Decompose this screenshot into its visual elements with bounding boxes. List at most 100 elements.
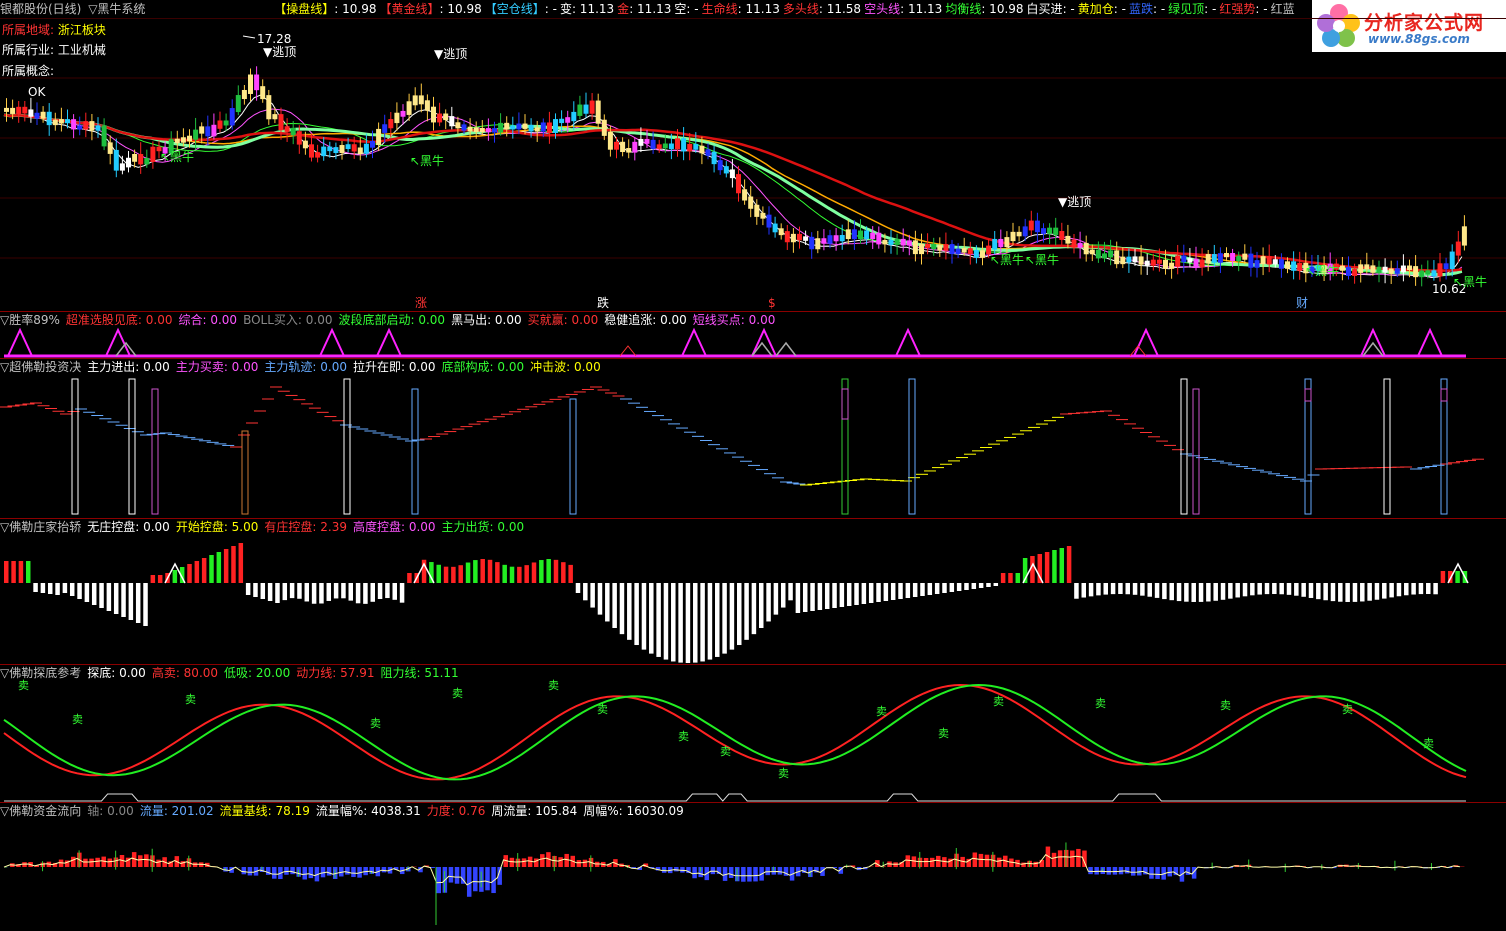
candle-body <box>1120 256 1126 265</box>
histogram-bar <box>1272 583 1277 595</box>
histogram-bar <box>1352 583 1358 602</box>
candle-body <box>699 145 705 154</box>
candle-body <box>803 236 809 241</box>
histogram-bar <box>18 561 24 583</box>
flow-bar <box>284 867 289 875</box>
black-bull-label: ↖黑牛 <box>1453 274 1487 289</box>
candle-body <box>52 119 58 126</box>
candle-body <box>1156 259 1162 264</box>
histogram-bar <box>465 562 471 583</box>
candle-body <box>736 174 741 194</box>
panel-investment[interactable] <box>0 359 1506 519</box>
candle-body <box>992 238 998 250</box>
down-label: 跌 <box>597 295 609 310</box>
histogram-bar <box>715 583 720 657</box>
panel-moneyflow[interactable] <box>0 803 1506 931</box>
candle-body <box>1388 268 1394 274</box>
candle-body <box>906 240 912 246</box>
header-item-value: : - <box>1204 2 1217 16</box>
flow-bar <box>1070 850 1075 867</box>
flow-bar <box>473 867 478 892</box>
header-item-label: 蓝跌 <box>1128 2 1153 16</box>
histogram-bar <box>1308 583 1314 598</box>
candle-body <box>113 149 119 171</box>
histogram-bar <box>795 583 801 613</box>
histogram-bar <box>788 583 793 601</box>
candle-body <box>809 236 815 250</box>
histogram-bar <box>1418 583 1424 595</box>
histogram-bar <box>4 561 9 583</box>
header-item: 金: 11.13 <box>617 2 671 16</box>
flow-bar <box>680 867 685 873</box>
candle-body <box>760 212 766 219</box>
header-item: 均衡线: 10.98 <box>945 2 1023 16</box>
candle-body <box>1071 239 1077 248</box>
candle-body <box>205 126 211 137</box>
candle-body <box>1437 263 1443 277</box>
candle-body <box>461 124 467 131</box>
candle-body <box>1022 226 1028 237</box>
header-item-label: 变 <box>559 2 572 16</box>
candle-body <box>290 127 296 136</box>
candle-body <box>150 146 156 162</box>
candlestick-chart[interactable]: 17.28▼逃顶 ▼逃顶▼逃顶10.62OK↖黑牛 ↖黑牛↖黑牛 ↖黑牛↖黑牛↖黑牛涨… <box>0 18 1506 310</box>
candle-body <box>309 144 314 158</box>
candle-body <box>235 95 241 113</box>
signal-bar <box>71 378 79 515</box>
candle-body <box>577 104 583 116</box>
histogram-bar <box>1316 583 1321 600</box>
candle-body <box>1144 260 1150 266</box>
histogram-bar <box>135 583 141 623</box>
histogram-bar <box>363 583 368 604</box>
candle-body <box>620 141 626 153</box>
flow-bar <box>728 867 734 878</box>
histogram-bar <box>1301 583 1306 597</box>
histogram-bar <box>766 583 771 622</box>
histogram-bar <box>964 583 969 590</box>
histogram-bar <box>1066 546 1072 583</box>
candle-body <box>571 111 577 122</box>
system-title[interactable]: ▽黑牛系统 <box>88 2 145 16</box>
candle-body <box>437 113 443 123</box>
flow-bar <box>972 852 978 867</box>
candle-body <box>1150 259 1156 266</box>
header-item: 空头线: 11.13 <box>864 2 942 16</box>
panel-control[interactable] <box>0 519 1506 665</box>
histogram-bar <box>641 583 647 650</box>
histogram-bar <box>319 583 324 604</box>
histogram-bar <box>751 583 757 635</box>
histogram-bar <box>238 543 244 583</box>
histogram-bar <box>326 583 332 601</box>
up-label: 涨 <box>415 295 427 310</box>
histogram-bar <box>1213 583 1218 601</box>
header-item-value: : 11.13 <box>629 2 672 16</box>
signal-bar <box>128 378 136 515</box>
signal-triangle <box>681 327 707 357</box>
flow-bar <box>1149 867 1154 879</box>
stock-title[interactable]: 银都股份(日线) <box>0 2 81 16</box>
signal-triangle <box>319 327 345 357</box>
candle-body <box>1278 259 1284 269</box>
header-item-value: : 10.98 <box>981 2 1024 16</box>
candle-body <box>302 140 308 149</box>
histogram-bar <box>1286 583 1292 595</box>
signal-bar <box>1192 388 1200 515</box>
candle-body <box>888 239 894 245</box>
candle-body <box>870 232 876 240</box>
candle-body <box>1205 254 1211 264</box>
candle-body <box>626 148 632 153</box>
candle-body <box>1352 268 1358 276</box>
high-price-label: 17.28 <box>257 32 291 46</box>
histogram-bar <box>861 583 867 604</box>
flow-bar <box>1039 859 1045 867</box>
flow-bar <box>540 854 545 867</box>
panel-winrate[interactable] <box>0 312 1506 358</box>
sell-marker: 卖 <box>370 717 381 730</box>
candle-body <box>211 124 217 137</box>
panel-bottom[interactable]: 卖卖卖卖卖卖卖卖卖卖卖卖卖卖卖卖卖 <box>0 665 1506 803</box>
histogram-bar <box>33 583 38 592</box>
candle-body <box>546 122 552 133</box>
header-item-label: 红蓝 <box>1270 2 1295 16</box>
candle-body <box>1132 256 1138 263</box>
candle-body <box>858 230 863 240</box>
